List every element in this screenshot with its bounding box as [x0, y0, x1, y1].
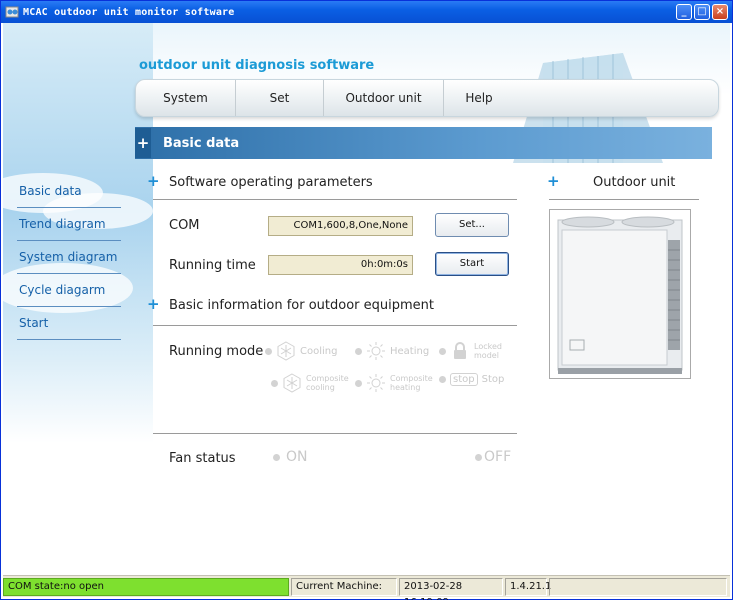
mode-composite-cooling: Composite cooling — [271, 373, 349, 393]
menu-outdoor-unit[interactable]: Outdoor unit — [324, 80, 444, 116]
plus-icon: + — [147, 172, 160, 190]
menu-help[interactable]: Help — [444, 80, 514, 116]
lock-icon — [454, 342, 466, 359]
mode-locked: Locked model — [439, 341, 502, 361]
divider — [153, 433, 517, 434]
running-time-field: 0h:0m:0s — [268, 255, 413, 275]
snowflake-icon — [277, 341, 295, 361]
minimize-button[interactable]: _ — [676, 4, 692, 20]
mode-heating-label: Heating — [390, 345, 430, 357]
software-params-title: Software operating parameters — [169, 175, 373, 190]
nav-item-system-diagram[interactable]: System diagram — [17, 241, 121, 274]
fan-on-label: ON — [286, 449, 308, 465]
mode-cooling-label: Cooling — [300, 345, 338, 357]
version-panel: 1.4.21.1 — [505, 577, 551, 596]
com-state-panel: COM state:no open — [3, 577, 289, 596]
menu-set[interactable]: Set — [236, 80, 324, 116]
mode-locked-label: Locked model — [474, 342, 502, 360]
mode-indicator — [355, 379, 362, 387]
application-window: MCAC outdoor unit monitor software _ □ × — [0, 0, 733, 600]
divider — [549, 199, 699, 200]
nav-item-cycle-diagram[interactable]: Cycle diagarm — [17, 274, 121, 307]
stop-icon: stop — [450, 373, 478, 386]
outdoor-unit-drawing — [557, 216, 683, 374]
start-button[interactable]: Start — [435, 252, 509, 276]
fan-off-label: OFF — [484, 449, 512, 465]
outdoor-unit-title: Outdoor unit — [593, 175, 676, 190]
title-bar[interactable]: MCAC outdoor unit monitor software _ □ × — [1, 1, 732, 23]
plus-icon: + — [547, 172, 560, 190]
com-field: COM1,600,8,One,None — [268, 216, 413, 236]
fan-status-label: Fan status — [169, 451, 236, 466]
set-button[interactable]: Set... — [435, 213, 509, 237]
divider — [153, 199, 517, 200]
status-bar: COM state:no open Current Machine: 2013-… — [3, 575, 730, 600]
plus-icon: + — [135, 128, 151, 158]
mode-indicator — [265, 347, 272, 355]
menu-bar: System Set Outdoor unit Help — [135, 79, 719, 117]
mode-indicator — [355, 347, 362, 355]
mode-stop-label: Stop — [481, 374, 505, 385]
mode-composite-heating: Composite heating — [355, 373, 433, 393]
fan-on-indicator: ON — [273, 449, 308, 465]
section-title: Basic data — [163, 135, 240, 151]
snowflake-icon — [283, 373, 301, 393]
section-header: + Basic data — [135, 127, 712, 159]
mode-indicator — [271, 379, 278, 387]
mode-cooling: Cooling — [265, 341, 337, 361]
current-machine-panel: Current Machine: — [291, 577, 397, 596]
nav-item-basic-data[interactable]: Basic data — [17, 175, 121, 208]
mode-stop: stop Stop — [439, 373, 504, 386]
fan-off-dot — [475, 453, 482, 461]
mode-heating: Heating — [355, 341, 429, 361]
mode-composite-heating-label: Composite heating — [390, 374, 433, 392]
timestamp-panel: 2013-02-28 16:19:09 — [399, 577, 503, 600]
running-mode-label: Running mode — [169, 344, 264, 359]
plus-icon: + — [147, 295, 160, 313]
divider — [153, 325, 517, 326]
sun-icon — [367, 374, 385, 392]
left-nav: Basic data Trend diagram System diagram … — [17, 175, 121, 340]
outdoor-unit-image — [549, 209, 691, 379]
mode-indicator — [439, 376, 446, 383]
nav-item-trend-diagram[interactable]: Trend diagram — [17, 208, 121, 241]
close-button[interactable]: × — [712, 4, 728, 20]
nav-item-start[interactable]: Start — [17, 307, 121, 340]
com-label: COM — [169, 218, 200, 233]
window-controls: _ □ × — [676, 4, 728, 20]
fan-on-dot — [273, 453, 280, 461]
mode-composite-cooling-label: Composite cooling — [306, 374, 349, 392]
app-heading: outdoor unit diagnosis software — [139, 58, 375, 73]
fan-off-indicator: OFF — [475, 449, 511, 465]
client-area: outdoor unit diagnosis software System S… — [3, 23, 730, 575]
menu-system[interactable]: System — [136, 80, 236, 116]
maximize-button[interactable]: □ — [694, 4, 710, 20]
app-icon — [5, 6, 19, 18]
window-title: MCAC outdoor unit monitor software — [23, 6, 235, 18]
basic-info-title: Basic information for outdoor equipment — [169, 298, 434, 313]
mode-indicator — [439, 347, 446, 355]
empty-panel — [549, 577, 727, 596]
sun-icon — [367, 342, 385, 360]
running-time-label: Running time — [169, 258, 256, 273]
